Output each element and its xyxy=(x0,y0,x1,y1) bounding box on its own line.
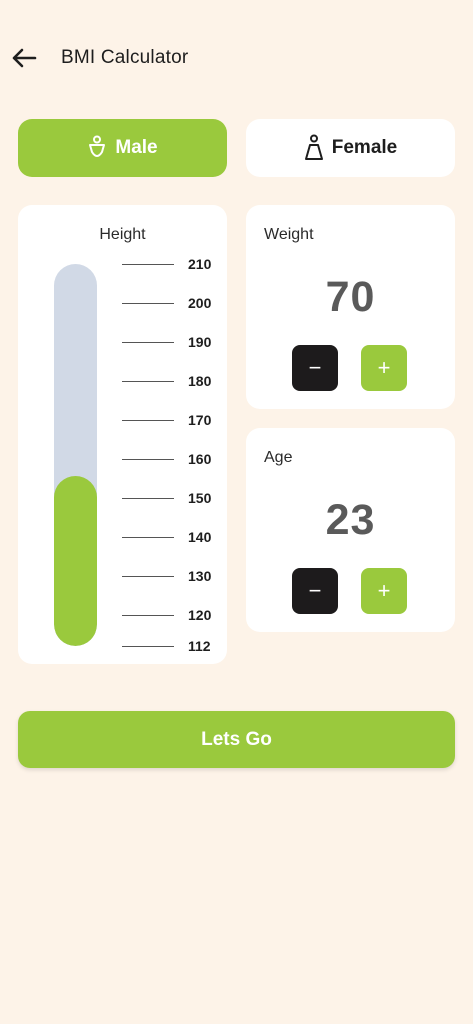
height-slider-fill xyxy=(54,476,97,646)
weight-card: Weight 70 − + xyxy=(246,205,455,409)
height-scale-tick xyxy=(122,646,174,647)
weight-decrement-button[interactable]: − xyxy=(292,345,338,391)
height-scale-tick xyxy=(122,459,174,460)
height-scale-tick xyxy=(122,498,174,499)
height-card: Height 210 200 190 180 170 160 150 140 130 120 112 xyxy=(18,205,227,664)
weight-value: 70 xyxy=(325,273,376,321)
female-button[interactable]: Female xyxy=(246,119,455,177)
height-scale-label: 130 xyxy=(188,568,212,584)
male-button[interactable]: Male xyxy=(18,119,227,177)
height-scale-tick xyxy=(122,264,174,265)
age-card: Age 23 − + xyxy=(246,428,455,632)
page-title: BMI Calculator xyxy=(61,47,189,68)
weight-increment-button[interactable]: + xyxy=(361,345,407,391)
height-scale-label: 210 xyxy=(188,256,212,272)
height-label: Height xyxy=(99,226,146,243)
height-scale-label: 180 xyxy=(188,373,212,389)
male-label: Male xyxy=(115,137,158,158)
height-scale-tick xyxy=(122,420,174,421)
male-person-icon xyxy=(89,135,106,157)
lets-go-button[interactable]: Lets Go xyxy=(18,711,455,768)
female-person-icon xyxy=(304,134,323,160)
height-scale-label: 170 xyxy=(188,412,212,428)
height-scale-label: 150 xyxy=(188,490,212,506)
height-scale-tick xyxy=(122,381,174,382)
height-scale-label: 200 xyxy=(188,295,212,311)
height-scale-tick xyxy=(122,342,174,343)
back-button[interactable] xyxy=(10,44,38,72)
weight-label: Weight xyxy=(264,226,314,243)
height-scale-label: 160 xyxy=(188,451,212,467)
female-label: Female xyxy=(331,137,398,158)
app-bar: BMI Calculator xyxy=(0,30,473,86)
height-scale-tick xyxy=(122,576,174,577)
arrow-left-icon xyxy=(12,48,37,68)
height-scale-tick xyxy=(122,303,174,304)
height-scale-tick xyxy=(122,537,174,538)
height-slider[interactable] xyxy=(54,264,97,646)
height-scale-label: 120 xyxy=(188,607,212,623)
age-increment-button[interactable]: + xyxy=(361,568,407,614)
age-label: Age xyxy=(264,449,293,466)
height-scale-label: 140 xyxy=(188,529,212,545)
age-value: 23 xyxy=(325,496,376,544)
height-scale-label: 190 xyxy=(188,334,212,350)
height-scale-label: 112 xyxy=(188,638,211,654)
height-scale-tick xyxy=(122,615,174,616)
age-decrement-button[interactable]: − xyxy=(292,568,338,614)
